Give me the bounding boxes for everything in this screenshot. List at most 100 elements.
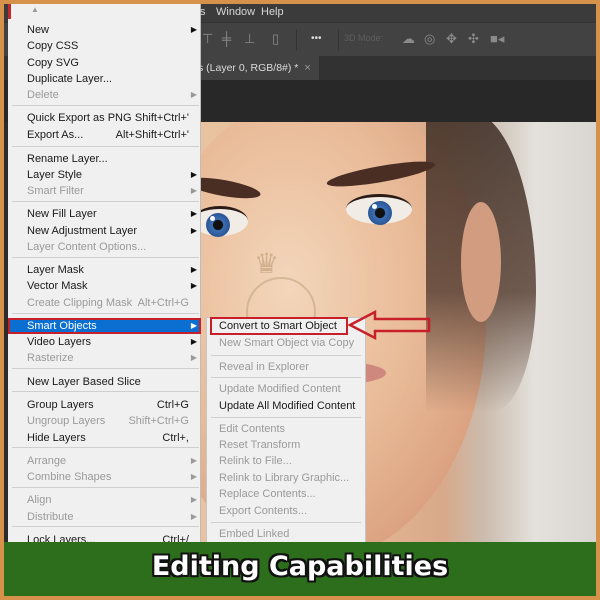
submenu-separator: [211, 522, 361, 523]
submenu-item-export-contents[interactable]: Export Contents...: [207, 503, 365, 519]
submenu-item-replace-contents[interactable]: Replace Contents...: [207, 486, 365, 502]
menu-item-smart-objects[interactable]: Smart Objects ▶: [8, 318, 201, 334]
submenu-separator: [211, 355, 361, 356]
3d-slide-icon[interactable]: ✣: [468, 32, 479, 46]
document-tab[interactable]: s (Layer 0, RGB/8#) * ×: [194, 56, 319, 80]
submenu-item-edit-contents[interactable]: Edit Contents: [207, 421, 365, 437]
menu-separator: [12, 201, 199, 202]
menu-item-layer-mask[interactable]: Layer Mask ▶: [8, 262, 201, 278]
submenu-arrow-icon: ▶: [190, 456, 197, 465]
menu-item-label: Combine Shapes: [27, 471, 112, 483]
submenu-item-new-smart-object-via-copy[interactable]: New Smart Object via Copy: [207, 335, 365, 351]
screenshot-frame: s Window Help ⊤ ╪ ⊥ ▯ ••• 3D Mode: ☁ ◎ ✥…: [4, 4, 596, 596]
menu-item-label: Quick Export as PNG: [27, 112, 132, 124]
submenu-item-update-all-modified-content[interactable]: Update All Modified Content: [207, 398, 365, 414]
menu-item-hide-layers[interactable]: Hide Layers Ctrl+,: [8, 430, 201, 446]
menu-item-shortcut: Shift+Ctrl+': [134, 112, 189, 124]
menu-item-copy-css[interactable]: Copy CSS: [8, 38, 201, 54]
submenu-item-reveal-in-explorer[interactable]: Reveal in Explorer: [207, 359, 365, 375]
align-top-icon[interactable]: ⊤: [202, 32, 213, 46]
layer-context-menu: ▲ New ▶ Copy CSS Copy SVG Duplicate Layer...…: [8, 4, 201, 546]
menu-item-duplicate-layer[interactable]: Duplicate Layer...: [8, 71, 201, 87]
menu-bar-item-window[interactable]: Window: [216, 6, 255, 18]
submenu-arrow-icon: ▶: [190, 353, 197, 362]
red-arrow-callout-icon: [347, 310, 431, 341]
red-accent-marker: [8, 4, 11, 19]
smart-objects-submenu: Convert to Smart Object New Smart Object …: [206, 317, 366, 544]
menu-item-label: Vector Mask: [27, 280, 88, 292]
menu-item-label: Arrange: [27, 455, 67, 467]
submenu-item-relink-to-file[interactable]: Relink to File...: [207, 453, 365, 469]
submenu-arrow-icon: ▶: [190, 495, 197, 504]
submenu-arrow-icon: ▶: [190, 337, 197, 346]
menu-bar-item-help[interactable]: Help: [261, 6, 284, 18]
submenu-arrow-icon: ▶: [190, 25, 197, 34]
menu-separator: [12, 526, 199, 527]
submenu-item-relink-to-library-graphic[interactable]: Relink to Library Graphic...: [207, 470, 365, 486]
document-tab-title: s (Layer 0, RGB/8#) *: [198, 62, 299, 74]
caption-banner: Editing Capabilities: [4, 542, 596, 596]
align-bottom-icon[interactable]: ⊥: [244, 32, 255, 46]
align-vertical-center-icon[interactable]: ╪: [222, 32, 231, 46]
menu-item-ungroup-layers[interactable]: Ungroup Layers Shift+Ctrl+G: [8, 413, 201, 429]
menu-item-label: Smart Objects: [27, 320, 97, 332]
menu-item-quick-export-as-png[interactable]: Quick Export as PNG Shift+Ctrl+': [8, 110, 201, 126]
menu-item-delete[interactable]: Delete ▶: [8, 87, 201, 103]
menu-item-rasterize[interactable]: Rasterize ▶: [8, 350, 201, 366]
submenu-arrow-icon: ▶: [190, 186, 197, 195]
submenu-arrow-icon: ▶: [190, 281, 197, 290]
menu-item-label: Smart Filter: [27, 185, 84, 197]
menu-separator: [12, 487, 199, 488]
menu-item-video-layers[interactable]: Video Layers ▶: [8, 334, 201, 350]
3d-pan-icon[interactable]: ✥: [446, 32, 457, 46]
menu-item-layer-style[interactable]: Layer Style ▶: [8, 167, 201, 183]
menu-item-shortcut: Ctrl+G: [156, 399, 189, 411]
submenu-arrow-icon: ▶: [190, 170, 197, 179]
submenu-item-embed-linked[interactable]: Embed Linked: [207, 526, 365, 542]
distribute-icon[interactable]: ▯: [272, 32, 279, 46]
menu-item-label: Duplicate Layer...: [27, 73, 112, 85]
3d-camera-icon[interactable]: ■◂: [490, 32, 504, 46]
divider: [338, 29, 339, 51]
menu-item-shortcut: Shift+Ctrl+G: [128, 415, 189, 427]
menu-item-rename-layer[interactable]: Rename Layer...: [8, 151, 201, 167]
menu-item-new-adjustment-layer[interactable]: New Adjustment Layer ▶: [8, 223, 201, 239]
menu-item-copy-svg[interactable]: Copy SVG: [8, 55, 201, 71]
menu-separator: [12, 368, 199, 369]
more-options-icon[interactable]: •••: [311, 32, 322, 46]
submenu-item-convert-to-smart-object[interactable]: Convert to Smart Object: [210, 317, 348, 335]
scroll-up-icon[interactable]: ▲: [31, 5, 39, 14]
menu-separator: [12, 391, 199, 392]
menu-item-new-fill-layer[interactable]: New Fill Layer ▶: [8, 206, 201, 222]
menu-item-vector-mask[interactable]: Vector Mask ▶: [8, 278, 201, 294]
menu-item-label: Video Layers: [27, 336, 92, 348]
menu-item-shortcut: Ctrl+,: [162, 432, 189, 444]
menu-item-create-clipping-mask[interactable]: Create Clipping Mask Alt+Ctrl+G: [8, 295, 201, 311]
menu-separator: [12, 313, 199, 314]
menu-item-smart-filter[interactable]: Smart Filter ▶: [8, 183, 201, 199]
menu-item-shortcut: Alt+Ctrl+G: [137, 297, 189, 309]
submenu-item-update-modified-content[interactable]: Update Modified Content: [207, 381, 365, 397]
close-icon[interactable]: ×: [304, 62, 310, 74]
3d-orbit-icon[interactable]: ☁: [402, 32, 415, 46]
submenu-arrow-icon: ▶: [190, 265, 197, 274]
menu-separator: [12, 146, 199, 147]
menu-item-combine-shapes[interactable]: Combine Shapes ▶: [8, 469, 201, 485]
menu-item-new-layer-based-slice[interactable]: New Layer Based Slice: [8, 374, 201, 390]
submenu-arrow-icon: ▶: [190, 226, 197, 235]
3d-roll-icon[interactable]: ◎: [424, 32, 435, 46]
menu-item-align[interactable]: Align ▶: [8, 492, 201, 508]
menu-item-label: Ungroup Layers: [27, 415, 106, 427]
menu-item-distribute[interactable]: Distribute ▶: [8, 509, 201, 525]
submenu-item-reset-transform[interactable]: Reset Transform: [207, 437, 365, 453]
menu-item-label: Layer Mask: [27, 264, 84, 276]
menu-item-layer-content-options[interactable]: Layer Content Options...: [8, 239, 201, 255]
menu-separator: [12, 447, 199, 448]
menu-item-group-layers[interactable]: Group Layers Ctrl+G: [8, 397, 201, 413]
menu-item-label: Export As...: [27, 129, 84, 141]
menu-item-export-as[interactable]: Export As... Alt+Shift+Ctrl+': [8, 127, 201, 143]
menu-item-label: New Fill Layer: [27, 208, 97, 220]
menu-item-new[interactable]: New ▶: [8, 22, 201, 38]
menu-item-label: Rasterize: [27, 352, 74, 364]
menu-item-arrange[interactable]: Arrange ▶: [8, 453, 201, 469]
